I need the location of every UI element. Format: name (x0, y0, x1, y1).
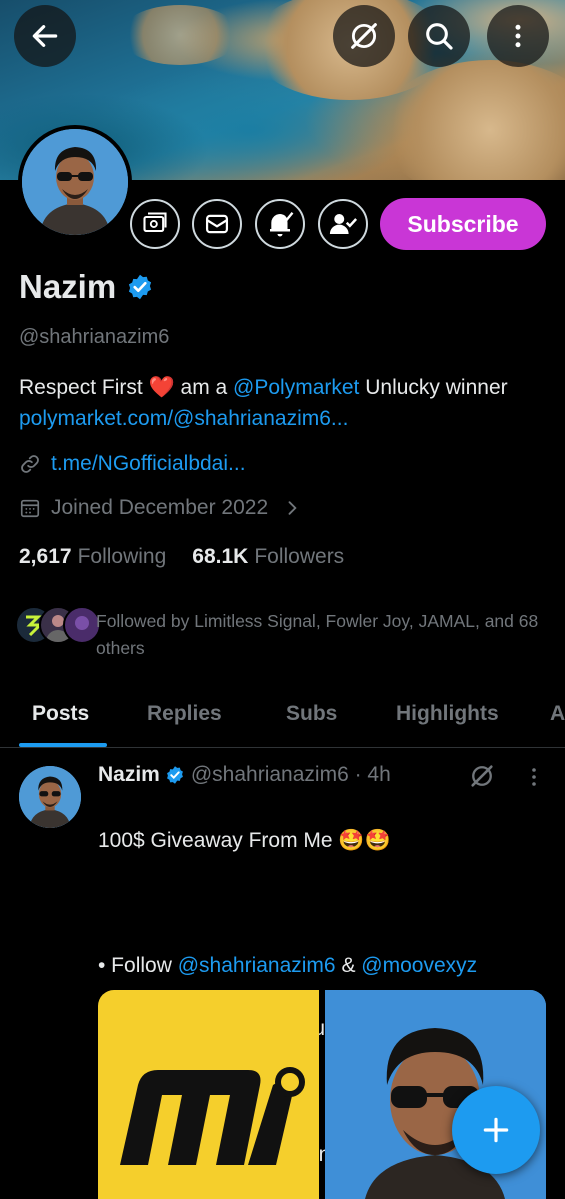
tip-jar-button[interactable] (130, 199, 180, 249)
banner-terrain (120, 5, 240, 65)
bio-text: Unlucky winner (359, 376, 508, 399)
profile-avatar[interactable] (18, 125, 132, 239)
tab-subs[interactable]: Subs (286, 702, 337, 726)
followers-stat[interactable]: 68.1K Followers (192, 545, 344, 569)
arrow-left-icon (32, 25, 58, 47)
more-vertical-icon[interactable] (522, 764, 546, 790)
tab-replies[interactable]: Replies (147, 702, 222, 726)
active-tab-indicator (19, 743, 107, 747)
compose-post-button[interactable] (452, 1086, 540, 1174)
notifications-button[interactable] (255, 199, 305, 249)
profile-name: Nazim (19, 268, 117, 305)
post-header: Nazim @shahrianazim6 · 4h (98, 763, 391, 787)
tab-posts[interactable]: Posts (32, 702, 89, 726)
followed-by-text[interactable]: Followed by Limitless Signal, Fowler Joy… (96, 608, 551, 662)
grok-button[interactable] (333, 5, 395, 67)
profile-name-row: Nazim (19, 268, 154, 306)
post-avatar[interactable] (19, 766, 81, 828)
more-vertical-icon (515, 24, 521, 48)
following-button[interactable] (318, 199, 368, 249)
bell-check-icon (270, 211, 294, 237)
search-icon (426, 23, 453, 50)
website-row: t.me/NGofficialbdai... (19, 452, 246, 476)
post-mention-link[interactable]: @shahrianazim6 (178, 954, 336, 977)
post-spacer (98, 888, 548, 919)
moove-logo-image[interactable] (98, 990, 319, 1199)
profile-tabs: Posts Replies Subs Highlights A (0, 690, 565, 748)
grok-icon (351, 23, 377, 49)
link-icon (21, 455, 39, 473)
bio-text: am a (174, 376, 234, 399)
search-button[interactable] (408, 5, 470, 67)
profile-bio: Respect First ❤️ am a @Polymarket Unluck… (19, 372, 539, 434)
post-handle-time: @shahrianazim6 · 4h (190, 763, 391, 786)
post-line: 100$ Giveaway From Me 🤩🤩 (98, 828, 391, 852)
money-icon (143, 212, 167, 233)
following-stat[interactable]: 2,617 Following (19, 545, 166, 569)
subscribe-button[interactable]: Subscribe (380, 198, 546, 250)
more-button[interactable] (487, 5, 549, 67)
post-line: • Follow @shahrianazim6 & @moovexyz (98, 954, 478, 977)
grok-icon[interactable] (468, 762, 496, 790)
bio-url-link[interactable]: polymarket.com/@shahrianazim6... (19, 407, 348, 430)
calendar-icon (20, 499, 40, 518)
heart-emoji: ❤️ (148, 376, 175, 399)
post-mention-link[interactable]: @moovexyz (361, 954, 477, 977)
joined-date: Joined December 2022 (51, 496, 269, 519)
verified-badge-icon (166, 766, 183, 784)
tab-articles[interactable]: A (550, 702, 565, 726)
plus-icon (483, 1117, 509, 1143)
message-button[interactable] (192, 199, 242, 249)
joined-row[interactable]: Joined December 2022 (19, 496, 302, 520)
follow-stats: 2,617 Following 68.1K Followers (19, 545, 344, 569)
bio-text: Respect First (19, 376, 149, 399)
envelope-icon (205, 214, 229, 234)
verified-badge-icon[interactable] (126, 273, 154, 301)
avatar-image (22, 129, 128, 235)
tab-highlights[interactable]: Highlights (396, 702, 499, 726)
chevron-right-icon (288, 501, 297, 515)
post-author-name[interactable]: Nazim (98, 763, 160, 787)
moove-logo (120, 1067, 305, 1165)
back-button[interactable] (14, 5, 76, 67)
avatar-image (19, 766, 81, 828)
website-link[interactable]: t.me/NGofficialbdai... (51, 452, 246, 476)
bio-mention-link[interactable]: @Polymarket (233, 376, 359, 399)
followed-by-avatars[interactable] (15, 606, 101, 644)
person-check-icon (329, 214, 358, 234)
profile-handle: @shahrianazim6 (19, 326, 170, 348)
